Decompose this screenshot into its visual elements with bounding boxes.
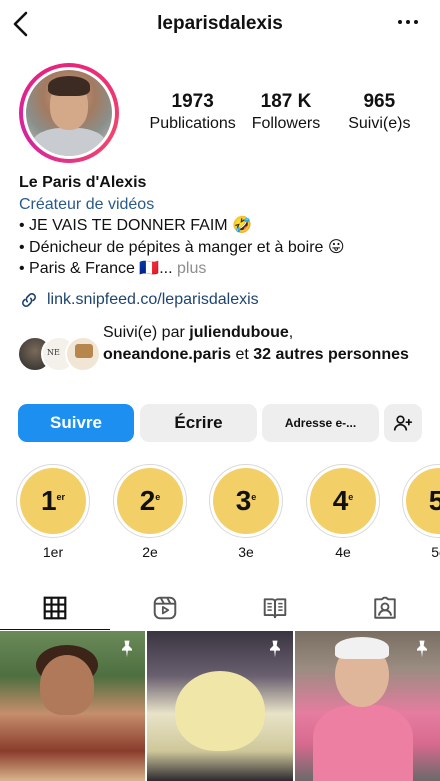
highlight-label: 1er [42,544,64,560]
highlight-label: 5e [431,544,440,560]
highlight-item[interactable]: 5e 5e [400,464,440,560]
profile-avatar-story-ring[interactable] [19,63,119,163]
profile-link[interactable]: link.snipfeed.co/leparisdalexis [19,290,259,310]
highlight-label: 4e [335,544,351,560]
bio-more-link[interactable]: plus [173,260,206,277]
tab-guides[interactable] [220,586,330,630]
profile-tabs [0,586,440,630]
posts-grid [0,631,440,781]
message-button[interactable]: Écrire [140,404,257,442]
stat-followers[interactable]: 187 K Followers [239,92,332,136]
profile-handle: leparisdalexis [157,13,283,34]
mutual-followers-text: Suivi(e) par julienduboue, oneandone.par… [103,324,409,363]
story-highlights: 1er 1er 2e 2e 3e 3e 4e 4e 5e 5e [0,464,440,564]
bio-line: • Paris & France 🇫🇷... [19,260,173,277]
stat-value: 965 [363,91,396,112]
pin-icon [269,640,280,658]
avatar [26,70,112,156]
highlight-label: 3e [238,544,254,560]
post-thumbnail[interactable] [0,631,146,781]
highlight-cover: 5e [406,468,440,534]
highlight-item[interactable]: 1 er 1er [14,464,92,560]
follow-button[interactable]: Suivre [18,404,134,442]
highlight-label: 2e [142,544,158,560]
add-user-icon [393,415,413,431]
bio-line: • Dénicheur de pépites à manger et à boi… [19,238,345,256]
profile-stats: 1973 Publications 187 K Followers 965 Su… [146,92,426,136]
add-user-button[interactable] [384,404,422,442]
tab-tagged[interactable] [330,586,440,630]
more-options-icon[interactable] [398,20,418,24]
stat-value: 187 K [260,91,312,112]
highlight-cover: 2e [117,468,183,534]
highlight-cover: 1 er [20,468,86,534]
grid-icon [43,596,67,620]
profile-name: Le Paris d'Alexis [19,174,147,191]
post-thumbnail[interactable] [294,631,440,781]
stat-publications[interactable]: 1973 Publications [146,92,239,136]
bio-line: • JE VAIS TE DONNER FAIM 🤣 [19,217,252,234]
top-bar: leparisdalexis [0,0,440,52]
profile-actions: Suivre Écrire Adresse e-... [18,404,423,442]
stat-label: Publications [149,115,236,132]
avatar [65,336,101,372]
pin-icon [416,640,427,658]
link-icon [22,293,36,307]
stat-label: Followers [251,115,321,132]
highlight-item[interactable]: 3e 3e [207,464,285,560]
highlight-item[interactable]: 2e 2e [111,464,189,560]
link-text: link.snipfeed.co/leparisdalexis [47,291,259,308]
profile-category[interactable]: Créateur de vidéos [19,194,429,216]
highlight-cover: 3e [213,468,279,534]
stat-following[interactable]: 965 Suivi(e)s [333,92,426,136]
tagged-icon [374,596,396,619]
mutual-avatars: NE [17,336,101,372]
highlight-cover: 4e [310,468,376,534]
stat-label: Suivi(e)s [348,115,411,132]
tab-reels[interactable] [110,586,220,630]
stat-value: 1973 [171,91,214,112]
email-button[interactable]: Adresse e-... [262,404,379,442]
mutual-followers[interactable]: NE Suivi(e) par julienduboue, oneandone.… [17,320,427,386]
post-thumbnail[interactable] [147,631,293,781]
pin-icon [122,640,133,658]
guides-icon [263,598,287,619]
highlight-item[interactable]: 4e 4e [304,464,382,560]
reels-icon [153,596,177,620]
profile-bio: Le Paris d'Alexis Créateur de vidéos • J… [19,172,429,280]
tab-posts[interactable] [0,586,110,630]
